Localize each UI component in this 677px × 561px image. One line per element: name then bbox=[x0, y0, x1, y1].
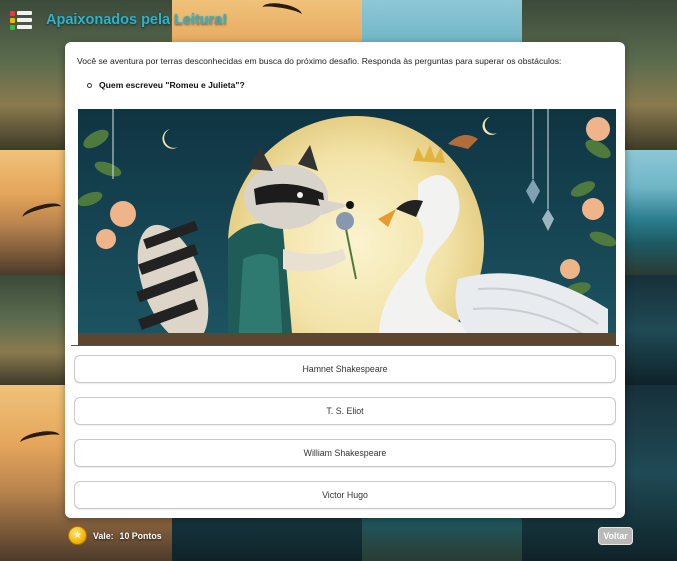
points-prefix: Vale: bbox=[93, 531, 114, 541]
answer-option[interactable]: T. S. Eliot bbox=[74, 397, 616, 425]
illustration-divider bbox=[71, 345, 619, 346]
answer-option[interactable]: Victor Hugo bbox=[74, 481, 616, 509]
bullet-icon bbox=[87, 82, 92, 88]
answer-option[interactable]: William Shakespeare bbox=[74, 439, 616, 467]
question-text: Quem escreveu "Romeu e Julieta"? bbox=[99, 80, 245, 90]
answer-option[interactable]: Hamnet Shakespeare bbox=[74, 355, 616, 383]
answer-list: Hamnet Shakespeare T. S. Eliot William S… bbox=[74, 355, 616, 523]
quiz-intro-text: Você se aventura por terras desconhecida… bbox=[77, 56, 562, 66]
coin-icon: ★ bbox=[68, 526, 87, 545]
quiz-card: Você se aventura por terras desconhecida… bbox=[65, 42, 625, 518]
back-button[interactable]: Voltar bbox=[598, 527, 633, 545]
points-amount: 10 Pontos bbox=[119, 531, 162, 541]
points-value: Vale: 10 Pontos bbox=[93, 531, 168, 541]
app-logo-icon bbox=[10, 9, 34, 31]
app-header: Apaixonados pela Leitura! bbox=[0, 0, 677, 40]
question-illustration bbox=[78, 109, 616, 345]
question-item: Quem escreveu "Romeu e Julieta"? bbox=[87, 80, 245, 90]
app-title: Apaixonados pela Leitura! bbox=[46, 12, 228, 28]
